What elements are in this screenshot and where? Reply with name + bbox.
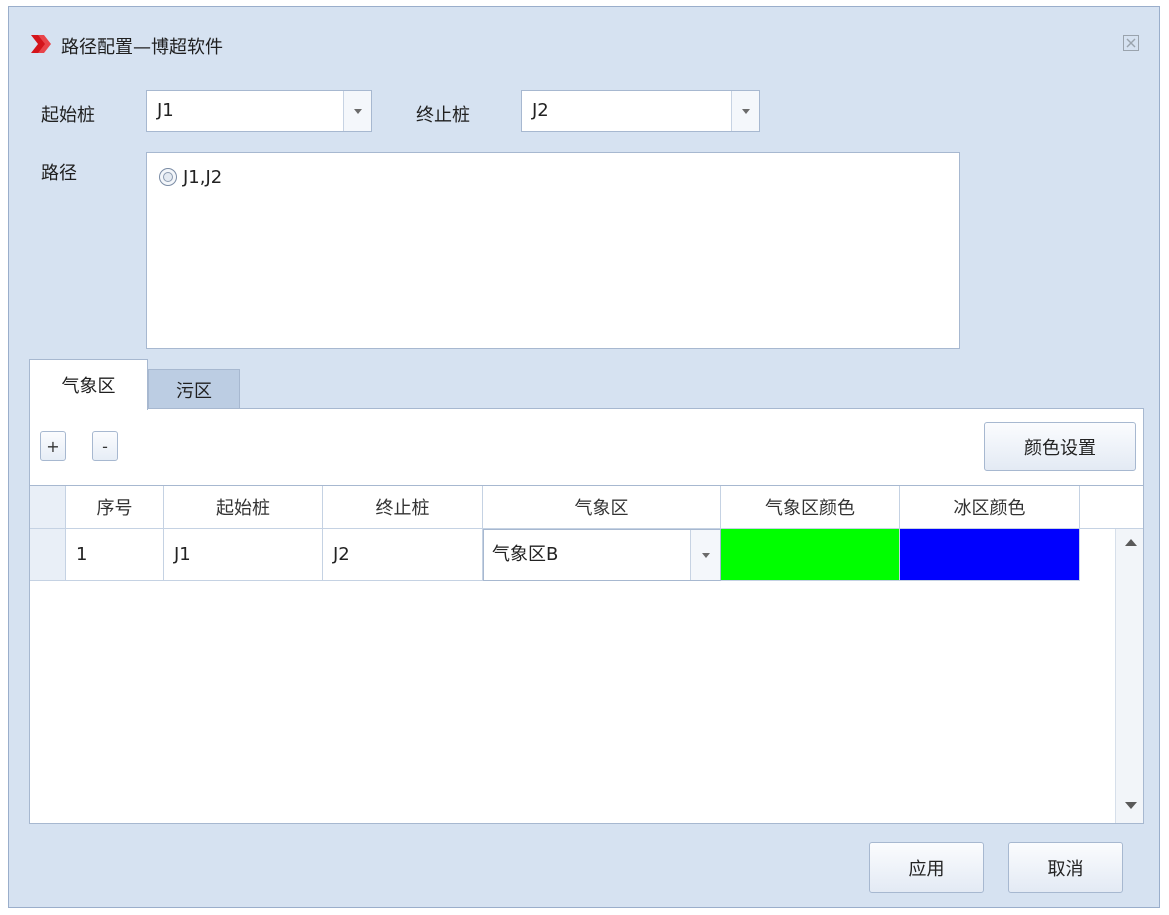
start-pile-label: 起始桩 bbox=[41, 105, 95, 126]
table-cell-end[interactable]: J2 bbox=[323, 529, 483, 581]
radio-icon[interactable] bbox=[159, 168, 177, 186]
close-icon[interactable] bbox=[1121, 33, 1141, 53]
start-pile-value: J1 bbox=[157, 100, 174, 121]
table-cell-zone-combo[interactable]: 气象区B bbox=[483, 529, 721, 581]
path-label: 路径 bbox=[41, 163, 77, 184]
apply-button[interactable]: 应用 bbox=[869, 842, 984, 893]
end-pile-dropdown-button[interactable] bbox=[731, 91, 759, 131]
chevron-down-icon bbox=[741, 109, 750, 114]
tab-pollution-zone[interactable]: 污区 bbox=[148, 369, 240, 409]
column-header[interactable]: 序号 bbox=[66, 486, 164, 529]
column-header-filler bbox=[1080, 486, 1143, 529]
path-option[interactable]: J1,J2 bbox=[159, 165, 222, 189]
path-list: J1,J2 bbox=[146, 152, 960, 349]
row-selector[interactable] bbox=[30, 529, 66, 581]
path-option-label: J1,J2 bbox=[183, 166, 223, 188]
tab-panel: + - 颜色设置 序号 起始桩 终止桩 气象区 气象区颜色 冰区颜色 1 J1 … bbox=[29, 408, 1144, 824]
app-logo-icon bbox=[31, 35, 51, 53]
start-pile-combo[interactable]: J1 bbox=[146, 90, 372, 132]
zone-value: 气象区B bbox=[492, 544, 559, 565]
column-header[interactable]: 终止桩 bbox=[323, 486, 483, 529]
table-cell-start[interactable]: J1 bbox=[164, 529, 323, 581]
dialog-window: 路径配置—博超软件 起始桩 J1 终止桩 J2 路径 J1,J2 气象区 污区 … bbox=[8, 6, 1160, 908]
cancel-button[interactable]: 取消 bbox=[1008, 842, 1123, 893]
table-cell-zone-color[interactable] bbox=[721, 529, 900, 581]
table-cell-index[interactable]: 1 bbox=[66, 529, 164, 581]
column-header[interactable]: 气象区颜色 bbox=[721, 486, 900, 529]
start-pile-dropdown-button[interactable] bbox=[343, 91, 371, 131]
zone-dropdown-button[interactable] bbox=[690, 530, 720, 580]
vertical-scrollbar[interactable] bbox=[1115, 529, 1143, 823]
table-cell-ice-color[interactable] bbox=[900, 529, 1080, 581]
title-bar: 路径配置—博超软件 bbox=[9, 7, 1159, 79]
column-header[interactable]: 冰区颜色 bbox=[900, 486, 1080, 529]
column-header[interactable]: 起始桩 bbox=[164, 486, 323, 529]
column-header[interactable]: 气象区 bbox=[483, 486, 721, 529]
end-pile-label: 终止桩 bbox=[416, 105, 470, 126]
end-pile-combo[interactable]: J2 bbox=[521, 90, 760, 132]
chevron-down-icon bbox=[353, 109, 362, 114]
scroll-up-icon[interactable] bbox=[1125, 539, 1137, 546]
add-row-button[interactable]: + bbox=[40, 431, 66, 461]
window-title: 路径配置—博超软件 bbox=[61, 37, 223, 58]
header-corner bbox=[30, 486, 66, 529]
remove-row-button[interactable]: - bbox=[92, 431, 118, 461]
tab-weather-zone[interactable]: 气象区 bbox=[29, 359, 148, 410]
end-pile-value: J2 bbox=[532, 100, 549, 121]
scroll-down-icon[interactable] bbox=[1125, 802, 1137, 809]
color-settings-button[interactable]: 颜色设置 bbox=[984, 422, 1136, 471]
chevron-down-icon bbox=[701, 553, 710, 558]
zone-table: 序号 起始桩 终止桩 气象区 气象区颜色 冰区颜色 1 J1 J2 气象区B bbox=[30, 485, 1143, 824]
